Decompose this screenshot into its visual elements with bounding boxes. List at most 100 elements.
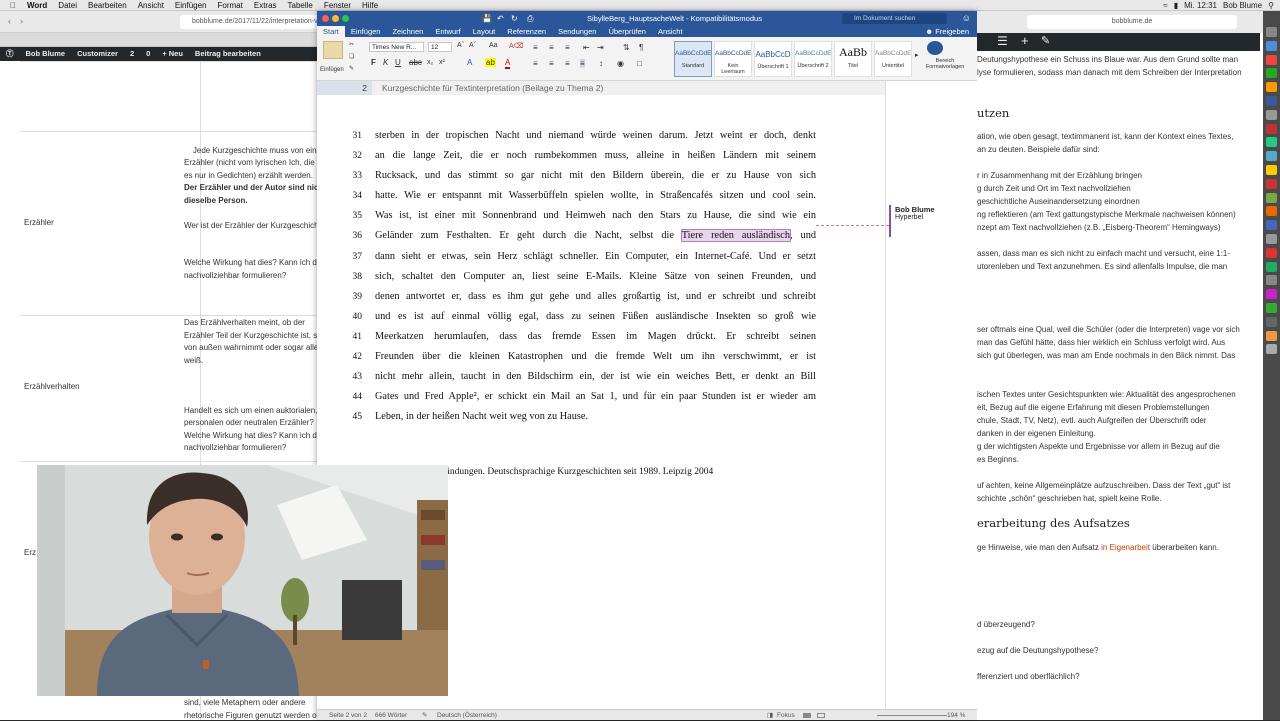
text-line[interactable]: hatte. Wie er entspannt mit Wasserbüffel…: [375, 186, 816, 206]
spotlight-icon[interactable]: ⚲: [1268, 0, 1274, 11]
styles-more-icon[interactable]: ▸: [915, 51, 919, 59]
status-focus[interactable]: Fokus: [777, 710, 795, 721]
text-line[interactable]: Freunden über die kleinen Katastrophen u…: [375, 347, 816, 367]
text-line[interactable]: Meerkatzen herumlaufen, dass das fremde …: [375, 327, 816, 347]
document-body[interactable]: sterben in der tropischen Nacht und niem…: [375, 126, 816, 427]
numbering-icon[interactable]: ≡: [549, 43, 554, 52]
tab-referenzen[interactable]: Referenzen: [501, 26, 552, 37]
menu-extras[interactable]: Extras: [254, 0, 277, 11]
underline-icon[interactable]: U: [395, 58, 401, 67]
dock-app-icon[interactable]: [1266, 303, 1277, 313]
paste-icon[interactable]: [323, 41, 343, 59]
wp-site-name[interactable]: Bob Blume: [26, 47, 66, 61]
wp-comments-count[interactable]: 0: [146, 47, 150, 61]
save-icon[interactable]: 💾: [482, 11, 492, 26]
text-line[interactable]: nicht mehr allein, taucht in den Bildsch…: [375, 367, 816, 387]
dock-app-icon[interactable]: [1266, 27, 1277, 37]
line-spacing-icon[interactable]: ↕: [599, 59, 603, 68]
superscript-icon[interactable]: x²: [439, 59, 445, 66]
dock-app-icon[interactable]: [1266, 165, 1277, 175]
paste-label[interactable]: Einfügen: [320, 67, 344, 73]
menu-ansicht[interactable]: Ansicht: [138, 0, 164, 11]
dock-app-icon[interactable]: [1266, 109, 1277, 120]
styles-pane-icon[interactable]: [927, 41, 943, 55]
text-line[interactable]: sterben in der tropischen Nacht und niem…: [375, 126, 816, 146]
user-name[interactable]: Bob Blume: [1223, 0, 1262, 11]
wp-edit-icon[interactable]: ✎: [1041, 34, 1050, 47]
dock-app-icon[interactable]: [1266, 137, 1277, 148]
style-titel[interactable]: AaBb Titel: [834, 41, 872, 77]
tab-layout[interactable]: Layout: [467, 26, 502, 37]
font-family-select[interactable]: Times New R...: [369, 42, 424, 52]
status-page[interactable]: Seite 2 von 2: [329, 710, 367, 721]
dock-app-icon[interactable]: [1266, 344, 1277, 355]
style-kein-leerraum[interactable]: AaBbCcDdEe Kein Leerraum: [714, 41, 752, 77]
address-bar[interactable]: bobblume.de/2017/11/22/interpretation-vo…: [180, 15, 330, 29]
dock-app-icon[interactable]: [1266, 220, 1277, 231]
undo-icon[interactable]: ↶: [497, 11, 504, 26]
dock-app-icon[interactable]: [1266, 96, 1277, 106]
maximize-icon[interactable]: [342, 15, 349, 22]
minimize-icon[interactable]: [332, 15, 339, 22]
borders-icon[interactable]: □: [637, 59, 642, 68]
clock[interactable]: Mi. 12:31: [1184, 0, 1217, 11]
apple-icon[interactable]: : [10, 0, 16, 11]
align-center-icon[interactable]: ≡: [549, 59, 554, 68]
print-icon[interactable]: ⎙: [527, 11, 533, 26]
battery-icon[interactable]: ▮: [1174, 0, 1178, 11]
text-line[interactable]: Rucksack, und das stimmt so gar nicht mi…: [375, 166, 816, 186]
tab-entwurf[interactable]: Entwurf: [429, 26, 466, 37]
aa-case-icon[interactable]: Aa: [489, 42, 498, 49]
bold-icon[interactable]: F: [371, 58, 376, 67]
menu-einfuegen[interactable]: Einfügen: [175, 0, 207, 11]
wifi-icon[interactable]: ≈: [1163, 0, 1167, 11]
subscript-icon[interactable]: x₂: [427, 59, 433, 66]
align-right-icon[interactable]: ≡: [565, 59, 570, 68]
dock-app-icon[interactable]: [1266, 316, 1277, 327]
text-line[interactable]: Was ist, ist einer mit Sonnenbrand und H…: [375, 206, 816, 226]
dock-app-icon[interactable]: [1266, 234, 1277, 244]
text-line[interactable]: denen antwortet er, dass es ihm gut gehe…: [375, 287, 816, 307]
wp-menu-icon[interactable]: ☰: [997, 34, 1008, 48]
pilcrow-icon[interactable]: ¶: [639, 43, 643, 52]
dock-app-icon[interactable]: [1266, 289, 1277, 300]
dock-app-icon[interactable]: [1266, 40, 1277, 51]
text-line[interactable]: Geländer zum Festhalten. Er geht durch d…: [375, 226, 816, 246]
style-standard[interactable]: AaBbCcDdEe Standard: [674, 41, 712, 77]
font-size-select[interactable]: 12: [428, 42, 452, 52]
bullets-icon[interactable]: ≡: [533, 43, 538, 52]
tab-zeichnen[interactable]: Zeichnen: [386, 26, 429, 37]
header-text[interactable]: Kurzgeschichte für Textinterpretation (B…: [372, 81, 885, 95]
styles-pane-label[interactable]: Bereich Formatvorlagen: [921, 58, 969, 70]
style-ueberschrift-2[interactable]: AaBbCcDdE Überschrift 2: [794, 41, 832, 77]
style-ueberschrift-1[interactable]: AaBbCcD Überschrift 1: [754, 41, 792, 77]
decrease-indent-icon[interactable]: ⇤: [583, 43, 590, 52]
text-line[interactable]: Gates und Fred Apple², er schickt ein Ma…: [375, 387, 816, 407]
print-layout-icon[interactable]: [803, 713, 811, 718]
tab-ansicht[interactable]: Ansicht: [652, 26, 689, 37]
italic-icon[interactable]: K: [383, 58, 388, 67]
grow-font-icon[interactable]: Aˆ: [457, 42, 464, 49]
close-icon[interactable]: [322, 15, 329, 22]
dock-app-icon[interactable]: [1266, 54, 1277, 65]
redo-icon[interactable]: ↻: [511, 11, 518, 26]
commented-text-highlight[interactable]: Tiere reden ausländisch: [680, 229, 791, 243]
menu-hilfe[interactable]: Hilfe: [362, 0, 378, 11]
style-untertitel[interactable]: AaBbCcDdEe Untertitel: [874, 41, 912, 77]
dock-app-icon[interactable]: [1266, 151, 1277, 162]
dock-app-icon[interactable]: [1266, 275, 1277, 286]
menu-datei[interactable]: Datei: [58, 0, 77, 11]
share-button[interactable]: ☻ Freigeben: [925, 26, 969, 37]
forward-icon[interactable]: ›: [20, 16, 23, 26]
document-search-input[interactable]: Im Dokument suchen: [842, 13, 947, 24]
text-line[interactable]: sich, schaltet den Computer an, liest se…: [375, 267, 816, 287]
format-painter-icon[interactable]: ✎: [349, 65, 354, 72]
menubar-app-name[interactable]: Word: [27, 0, 47, 11]
menu-bearbeiten[interactable]: Bearbeiten: [88, 0, 127, 11]
justify-icon[interactable]: ≡: [580, 59, 585, 68]
menu-fenster[interactable]: Fenster: [324, 0, 351, 11]
shrink-font-icon[interactable]: Aˇ: [469, 42, 476, 49]
status-zoom[interactable]: 194 %: [947, 710, 965, 721]
sort-icon[interactable]: ⇅: [623, 43, 630, 52]
multilevel-list-icon[interactable]: ≡: [565, 43, 570, 52]
